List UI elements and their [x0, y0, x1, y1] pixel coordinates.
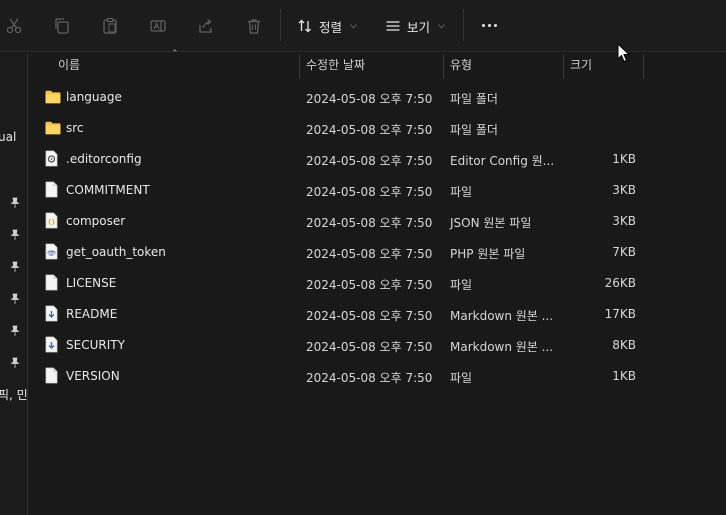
toolbar-separator	[280, 9, 281, 41]
column-divider[interactable]	[643, 55, 644, 79]
file-list: language 2024-05-08 오후 7:50 파일 폴더 src 2024-0…	[28, 82, 726, 392]
file-modified-date: 2024-05-08 오후 7:50	[306, 309, 433, 323]
cut-icon[interactable]	[1, 13, 27, 39]
file-type: 파일 폴더	[450, 92, 498, 106]
svg-text:php: php	[47, 251, 55, 256]
file-icon	[45, 181, 61, 199]
file-row[interactable]: SECURITY 2024-05-08 오후 7:50 Markdown 원본 ..…	[28, 330, 726, 361]
nav-item-label[interactable]: 픽, 민	[0, 386, 27, 403]
file-row[interactable]: COMMITMENT 2024-05-08 오후 7:50 파일 3KB	[28, 175, 726, 206]
markdown-icon	[45, 336, 61, 354]
sort-label: 정렬	[319, 19, 343, 35]
share-icon[interactable]	[193, 13, 219, 39]
pin-icon[interactable]	[9, 357, 21, 369]
php-icon: php	[45, 243, 61, 261]
delete-icon[interactable]	[241, 13, 267, 39]
file-type: 파일 폴더	[450, 123, 498, 137]
file-size: 1KB	[612, 369, 636, 383]
file-icon	[45, 274, 61, 292]
file-type: Markdown 원본 ...	[450, 340, 554, 354]
chevron-down-icon: ⌵	[350, 21, 357, 31]
file-modified-date: 2024-05-08 오후 7:50	[306, 154, 433, 168]
file-row[interactable]: README 2024-05-08 오후 7:50 Markdown 원본 ... 1…	[28, 299, 726, 330]
file-size: 3KB	[612, 183, 636, 197]
file-name: LICENSE	[66, 276, 117, 290]
file-modified-date: 2024-05-08 오후 7:50	[306, 340, 433, 354]
toolbar-separator	[463, 9, 464, 41]
rename-icon[interactable]	[145, 13, 171, 39]
nav-item-label[interactable]: ual	[0, 130, 16, 144]
column-header-date[interactable]: 수정한 날짜	[300, 53, 444, 79]
file-size: 8KB	[612, 338, 636, 352]
paste-icon[interactable]	[97, 13, 123, 39]
column-header-name[interactable]: 이름	[52, 53, 300, 79]
pin-icon[interactable]	[9, 229, 21, 241]
file-row[interactable]: VERSION 2024-05-08 오후 7:50 파일 1KB	[28, 361, 726, 392]
svg-text:{}: {}	[48, 218, 56, 226]
file-icon	[45, 367, 61, 385]
file-row[interactable]: .editorconfig 2024-05-08 오후 7:50 Editor Co…	[28, 144, 726, 175]
json-icon: {}	[45, 212, 61, 230]
file-row[interactable]: language 2024-05-08 오후 7:50 파일 폴더	[28, 82, 726, 113]
file-type: 파일	[450, 278, 473, 292]
file-size: 17KB	[604, 307, 636, 321]
file-modified-date: 2024-05-08 오후 7:50	[306, 185, 433, 199]
column-header-type[interactable]: 유형	[444, 53, 564, 79]
sort-button[interactable]: 정렬 ⌵	[297, 14, 357, 38]
file-size: 26KB	[604, 276, 636, 290]
file-size: 3KB	[612, 214, 636, 228]
file-modified-date: 2024-05-08 오후 7:50	[306, 278, 433, 292]
file-name: VERSION	[66, 369, 120, 383]
folder-icon	[45, 119, 61, 137]
file-type: Editor Config 원...	[450, 154, 555, 168]
file-row[interactable]: php get_oauth_token 2024-05-08 오후 7:50 PHP …	[28, 237, 726, 268]
file-size: 7KB	[612, 245, 636, 259]
file-modified-date: 2024-05-08 오후 7:50	[306, 123, 433, 137]
config-icon	[45, 150, 61, 168]
file-modified-date: 2024-05-08 오후 7:50	[306, 247, 433, 261]
file-size: 1KB	[612, 152, 636, 166]
file-row[interactable]: LICENSE 2024-05-08 오후 7:50 파일 26KB	[28, 268, 726, 299]
file-modified-date: 2024-05-08 오후 7:50	[306, 216, 433, 230]
file-name: COMMITMENT	[66, 183, 150, 197]
view-button[interactable]: 보기 ⌵	[385, 14, 445, 38]
pin-icon[interactable]	[9, 197, 21, 209]
file-modified-date: 2024-05-08 오후 7:50	[306, 371, 433, 385]
markdown-icon	[45, 305, 61, 323]
more-options-button[interactable]	[478, 14, 500, 36]
file-name: composer	[66, 214, 126, 228]
sort-icon	[298, 19, 311, 33]
file-modified-date: 2024-05-08 오후 7:50	[306, 92, 433, 106]
file-name: get_oauth_token	[66, 245, 166, 259]
mouse-cursor-icon	[617, 43, 631, 63]
file-name: SECURITY	[66, 338, 125, 352]
pin-icon[interactable]	[9, 261, 21, 273]
file-row[interactable]: {} composer 2024-05-08 오후 7:50 JSON 원본 파일 3K…	[28, 206, 726, 237]
file-type: 파일	[450, 371, 473, 385]
view-icon	[386, 21, 400, 31]
file-type: PHP 원본 파일	[450, 247, 526, 261]
file-type: Markdown 원본 ...	[450, 309, 554, 323]
file-name: src	[66, 121, 84, 135]
file-name: language	[66, 90, 122, 104]
file-type: 파일	[450, 185, 473, 199]
file-name: .editorconfig	[66, 152, 142, 166]
file-type: JSON 원본 파일	[450, 216, 532, 230]
more-icon	[481, 23, 485, 27]
file-row[interactable]: src 2024-05-08 오후 7:50 파일 폴더	[28, 113, 726, 144]
pin-icon[interactable]	[9, 325, 21, 337]
folder-icon	[45, 88, 61, 106]
view-label: 보기	[407, 19, 431, 35]
navigation-pane: ual 픽, 민	[0, 53, 28, 515]
column-header-size[interactable]: 크기	[564, 53, 644, 79]
chevron-down-icon: ⌵	[438, 21, 445, 31]
file-name: README	[66, 307, 118, 321]
pin-icon[interactable]	[9, 293, 21, 305]
copy-icon[interactable]	[49, 13, 75, 39]
